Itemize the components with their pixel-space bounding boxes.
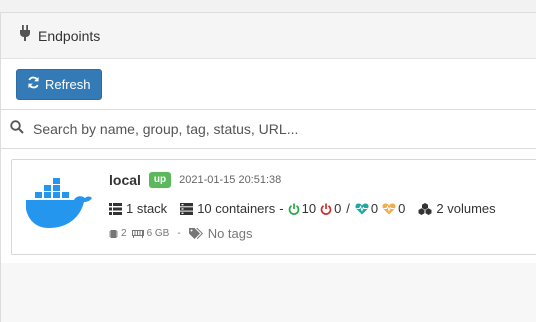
tags-label: No tags <box>207 226 253 241</box>
refresh-icon <box>27 76 40 92</box>
page-title: Endpoints <box>38 27 101 44</box>
unhealthy-count: 0 <box>398 201 406 216</box>
containers-icon <box>180 202 194 215</box>
cpu-icon <box>109 229 118 239</box>
memory-icon <box>131 229 144 238</box>
power-off-icon <box>320 203 332 215</box>
endpoint-timestamp: 2021-01-15 20:51:38 <box>179 174 282 186</box>
containers-count: 10 containers <box>197 201 276 216</box>
separator-dash-2: - <box>177 228 181 239</box>
stack-icon <box>109 202 122 215</box>
healthy-heartbeat-icon <box>355 203 369 215</box>
search-icon <box>10 119 24 139</box>
cpu-count: 2 <box>121 228 127 239</box>
endpoint-list: local up 2021-01-15 20:51:38 1 stack 10 … <box>1 149 536 263</box>
volumes-count: 2 volumes <box>436 201 496 216</box>
running-count: 10 <box>301 201 317 216</box>
stacks-count: 1 stack <box>126 201 168 216</box>
power-on-icon <box>288 203 300 215</box>
endpoint-card[interactable]: local up 2021-01-15 20:51:38 1 stack 10 … <box>11 159 536 255</box>
refresh-button[interactable]: Refresh <box>16 68 102 100</box>
panel-footer-area <box>1 263 536 322</box>
search-input[interactable] <box>33 121 513 137</box>
separator-slash: / <box>346 201 350 216</box>
separator-dash: - <box>279 201 284 216</box>
unhealthy-heartbeat-icon <box>382 203 396 215</box>
tags-icon <box>188 227 204 240</box>
endpoints-panel: Endpoints Refresh Search by name, group,… <box>0 12 536 322</box>
refresh-label: Refresh <box>45 76 91 92</box>
docker-logo-icon <box>25 178 95 235</box>
healthy-count: 0 <box>370 201 379 216</box>
toolbar: Refresh <box>1 59 536 109</box>
plug-icon <box>19 25 31 46</box>
stopped-count: 0 <box>334 201 342 216</box>
status-badge: up <box>148 172 172 188</box>
memory-amount: 6 GB <box>146 228 170 239</box>
volumes-icon <box>418 202 432 215</box>
search-bar <box>1 109 536 149</box>
panel-header: Endpoints <box>1 13 536 59</box>
endpoint-name: local <box>109 172 141 188</box>
